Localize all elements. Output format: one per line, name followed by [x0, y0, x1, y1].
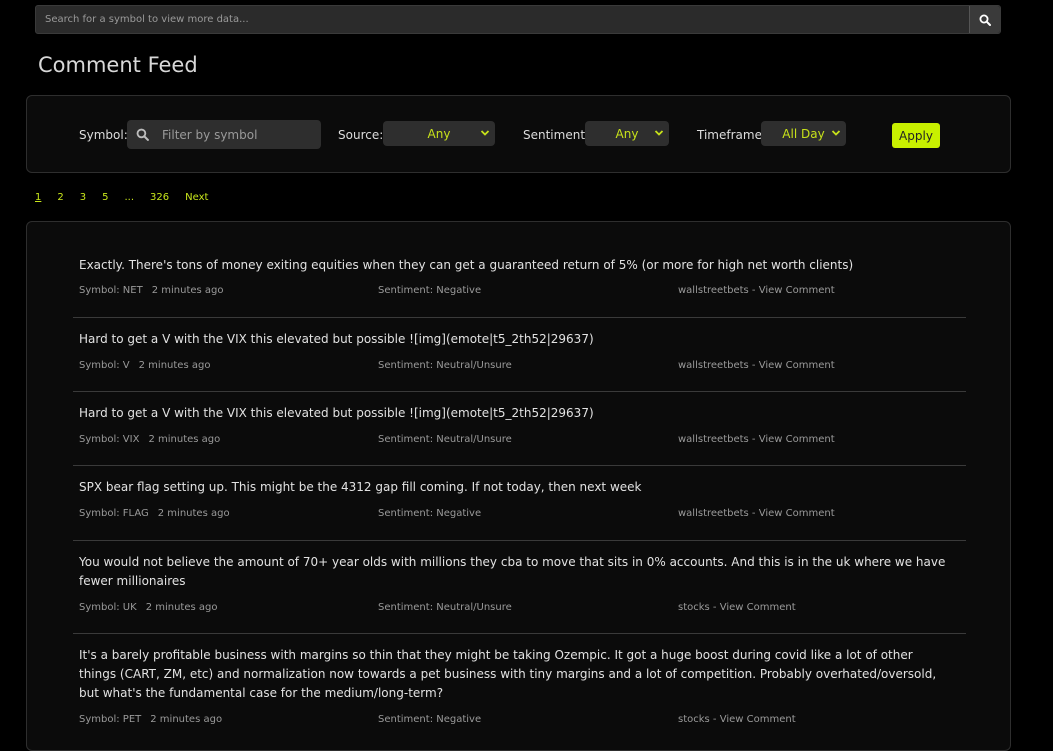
timeframe-select-value: All Day	[782, 126, 825, 141]
apply-button[interactable]: Apply	[892, 123, 940, 148]
symbol-filter-input[interactable]	[157, 126, 321, 143]
pagination: 1 2 3 5 ... 326 Next	[35, 192, 208, 203]
comment-text: You would not believe the amount of 70+ …	[79, 555, 946, 588]
comment-symbol[interactable]: Symbol: V	[79, 360, 130, 371]
source-filter-label: Source:	[338, 128, 384, 142]
comment-sentiment: Sentiment: Neutral/Unsure	[378, 602, 512, 613]
search-icon	[127, 128, 157, 141]
source-select[interactable]: Any	[383, 121, 495, 146]
filter-panel: Symbol: Source: Any Sentiment: Any Timef…	[26, 95, 1011, 173]
search-icon	[979, 14, 991, 26]
comment-sentiment: Sentiment: Neutral/Unsure	[378, 434, 512, 445]
symbol-search-input[interactable]	[36, 6, 969, 33]
source-select-value: Any	[427, 126, 451, 141]
comment-meta-left: Symbol: UK 2 minutes ago	[79, 602, 217, 613]
comment-source-link[interactable]: wallstreetbets - View Comment	[678, 434, 835, 445]
comment-meta-left: Symbol: V 2 minutes ago	[79, 360, 210, 371]
next-page-link[interactable]: Next	[185, 192, 208, 203]
comment-meta-left: Symbol: VIX 2 minutes ago	[79, 434, 220, 445]
comment-symbol[interactable]: Symbol: PET	[79, 714, 141, 725]
page-link-2[interactable]: 2	[57, 192, 63, 203]
sentiment-select-value: Any	[615, 126, 639, 141]
comment-item: Hard to get a V with the VIX this elevat…	[73, 318, 966, 392]
comment-symbol[interactable]: Symbol: NET	[79, 285, 143, 296]
comment-time: 2 minutes ago	[148, 434, 221, 445]
chevron-down-icon	[831, 130, 841, 136]
comment-source-link[interactable]: wallstreetbets - View Comment	[678, 285, 835, 296]
comment-text: Hard to get a V with the VIX this elevat…	[79, 332, 594, 346]
comment-time: 2 minutes ago	[157, 508, 230, 519]
comment-time: 2 minutes ago	[145, 602, 218, 613]
comment-text: It's a barely profitable business with m…	[79, 648, 937, 700]
comment-sentiment: Sentiment: Neutral/Unsure	[378, 360, 512, 371]
symbol-filter-field	[127, 120, 321, 149]
comment-symbol[interactable]: Symbol: UK	[79, 602, 137, 613]
comment-time: 2 minutes ago	[150, 714, 223, 725]
page-link-326[interactable]: 326	[150, 192, 169, 203]
search-button[interactable]	[969, 6, 1000, 33]
comment-item: You would not believe the amount of 70+ …	[73, 541, 966, 634]
symbol-filter-label: Symbol:	[79, 128, 128, 142]
comment-symbol[interactable]: Symbol: VIX	[79, 434, 139, 445]
comment-meta-left: Symbol: FLAG 2 minutes ago	[79, 508, 230, 519]
comment-item: Hard to get a V with the VIX this elevat…	[73, 392, 966, 466]
page-link-3[interactable]: 3	[80, 192, 86, 203]
comment-text: Hard to get a V with the VIX this elevat…	[79, 406, 594, 420]
comment-source-link[interactable]: wallstreetbets - View Comment	[678, 508, 835, 519]
chevron-down-icon	[654, 130, 664, 136]
page-title: Comment Feed	[38, 53, 198, 77]
timeframe-select[interactable]: All Day	[761, 121, 846, 146]
comment-source-link[interactable]: wallstreetbets - View Comment	[678, 360, 835, 371]
timeframe-filter-label: Timeframe:	[697, 128, 766, 142]
page-link-1[interactable]: 1	[35, 192, 41, 203]
comment-item: It's a barely profitable business with m…	[73, 634, 966, 750]
comment-meta-left: Symbol: NET 2 minutes ago	[79, 285, 224, 296]
comment-time: 2 minutes ago	[138, 360, 211, 371]
comment-text: SPX bear flag setting up. This might be …	[79, 480, 642, 494]
comment-item: SPX bear flag setting up. This might be …	[73, 466, 966, 541]
comment-source-link[interactable]: stocks - View Comment	[678, 714, 796, 725]
top-search-bar	[35, 5, 1001, 34]
comment-sentiment: Sentiment: Negative	[378, 508, 482, 519]
comment-meta-left: Symbol: PET 2 minutes ago	[79, 714, 222, 725]
comment-source-link[interactable]: stocks - View Comment	[678, 602, 796, 613]
comment-feed-panel: Exactly. There's tons of money exiting e…	[26, 221, 1011, 751]
comment-symbol[interactable]: Symbol: FLAG	[79, 508, 149, 519]
comment-sentiment: Sentiment: Negative	[378, 285, 482, 296]
page-ellipsis: ...	[124, 192, 135, 203]
comment-time: 2 minutes ago	[151, 285, 224, 296]
chevron-down-icon	[480, 130, 490, 136]
comment-sentiment: Sentiment: Negative	[378, 714, 482, 725]
comment-item: Exactly. There's tons of money exiting e…	[73, 222, 966, 318]
sentiment-select[interactable]: Any	[585, 121, 669, 146]
page-link-5[interactable]: 5	[102, 192, 108, 203]
comment-text: Exactly. There's tons of money exiting e…	[79, 258, 854, 272]
sentiment-filter-label: Sentiment:	[523, 128, 590, 142]
